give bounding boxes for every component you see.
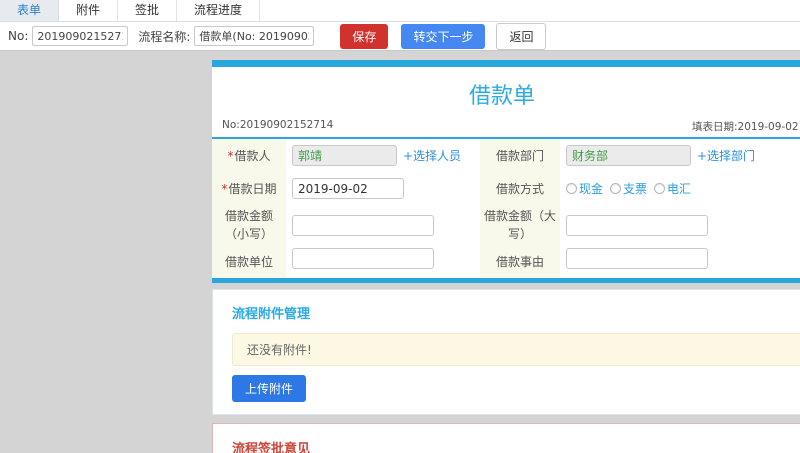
attachments-heading: 流程附件管理 <box>232 307 311 322</box>
cheque-radio-circle[interactable] <box>610 183 622 194</box>
borrower-input[interactable] <box>292 145 397 166</box>
form-no-text: No:20190902152714 <box>222 119 334 131</box>
signoff-heading: 流程签批意见 <box>232 442 311 453</box>
borrow-date-input[interactable] <box>292 178 404 199</box>
amount-uppercase-label-text: 借款金额（大写） <box>484 209 557 241</box>
cheque-radio[interactable]: 支票 <box>610 180 647 197</box>
tab-signoff[interactable]: 签批 <box>118 0 178 21</box>
loan-form-panel: 借款单 No:20190902152714 填表日期:2019-09-02 15… <box>212 60 800 283</box>
flow-name-input[interactable] <box>194 26 315 46</box>
action-toolbar: No: 流程名称: 保存 转交下一步 返回 <box>0 22 800 51</box>
borrow-method-label: 借款方式 <box>480 172 560 205</box>
form-date-text: 填表日期:2019-09-02 15:27:1 <box>692 119 800 134</box>
borrower-label-text: 借款人 <box>234 148 271 163</box>
flow-name-label: 流程名称: <box>138 29 191 44</box>
wire-transfer-radio[interactable]: 电汇 <box>654 180 691 197</box>
borrow-department-label-text: 借款部门 <box>495 148 544 163</box>
form-meta-row: No:20190902152714 填表日期:2019-09-02 15:27:… <box>212 117 800 137</box>
required-marker: * <box>227 148 234 163</box>
borrow-date-label-text: 借款日期 <box>228 181 277 196</box>
borrow-method-label-text: 借款方式 <box>495 181 544 196</box>
borrow-department-label: 借款部门 <box>480 139 560 172</box>
wire-transfer-radio-label: 电汇 <box>667 182 692 196</box>
upload-attachment-button[interactable]: 上传附件 <box>232 375 307 402</box>
borrow-unit-label-text: 借款单位 <box>224 254 273 269</box>
panel-top-bar <box>212 60 800 67</box>
form-date-value: 2019-09-02 15:27:1 <box>737 121 800 133</box>
amount-lowercase-label-text: 借款金额（小写） <box>224 209 273 241</box>
main-content: 借款单 No:20190902152714 填表日期:2019-09-02 15… <box>212 60 800 453</box>
borrow-date-label: * 借款日期 <box>212 172 286 205</box>
required-marker: * <box>221 181 228 196</box>
tab-attachments[interactable]: 附件 <box>59 0 119 21</box>
borrow-reason-label: 借款事由 <box>480 245 560 278</box>
select-department-link[interactable]: +选择部门 <box>697 147 755 164</box>
cash-radio[interactable]: 现金 <box>566 180 603 197</box>
cash-radio-circle[interactable] <box>566 183 577 194</box>
borrow-unit-label: 借款单位 <box>212 245 286 278</box>
amount-uppercase-label: 借款金额（大写） <box>480 205 560 245</box>
tab-form[interactable]: 表单 <box>0 0 60 21</box>
signoff-panel: 流程签批意见 BIabc⌦⚭⚮⚑⇤⇥” 样式 格式 <box>212 423 800 453</box>
no-input[interactable] <box>32 26 129 46</box>
back-button[interactable]: 返回 <box>496 22 547 50</box>
tab-bar: 表单 附件 签批 流程进度 <box>0 0 800 22</box>
borrow-reason-input[interactable] <box>566 248 708 269</box>
borrow-unit-input[interactable] <box>292 248 434 269</box>
borrow-department-input[interactable] <box>566 145 691 166</box>
page: 表单 附件 签批 流程进度 No: 流程名称: 保存 转交下一步 返回 借款单 … <box>0 0 800 453</box>
no-label: No: <box>8 29 29 43</box>
cheque-radio-label: 支票 <box>623 182 648 196</box>
select-person-link[interactable]: +选择人员 <box>403 147 461 164</box>
borrower-label: * 借款人 <box>212 139 286 172</box>
save-button[interactable]: 保存 <box>340 23 389 49</box>
borrow-method-radios: 现金 支票 电汇 <box>566 180 691 197</box>
form-date-label: 填表日期: <box>692 121 738 133</box>
panel-bottom-bar <box>212 278 800 283</box>
attachments-panel: 流程附件管理 还没有附件! 上传附件 <box>212 289 800 415</box>
forward-next-step-button[interactable]: 转交下一步 <box>401 23 486 49</box>
page-title: 借款单 <box>468 84 535 109</box>
loan-form-grid: *借款人 +选择人员 借款部门 +选择部门 *借款日期 <box>212 139 800 278</box>
cash-radio-label: 现金 <box>579 182 604 196</box>
no-attachments-alert: 还没有附件! <box>232 333 800 366</box>
amount-lowercase-input[interactable] <box>292 214 434 236</box>
wire-transfer-radio-circle[interactable] <box>654 183 666 194</box>
borrow-reason-label-text: 借款事由 <box>495 254 544 269</box>
tab-flow-progress[interactable]: 流程进度 <box>177 0 261 21</box>
amount-uppercase-input[interactable] <box>566 214 708 236</box>
amount-lowercase-label: 借款金额（小写） <box>212 205 286 245</box>
